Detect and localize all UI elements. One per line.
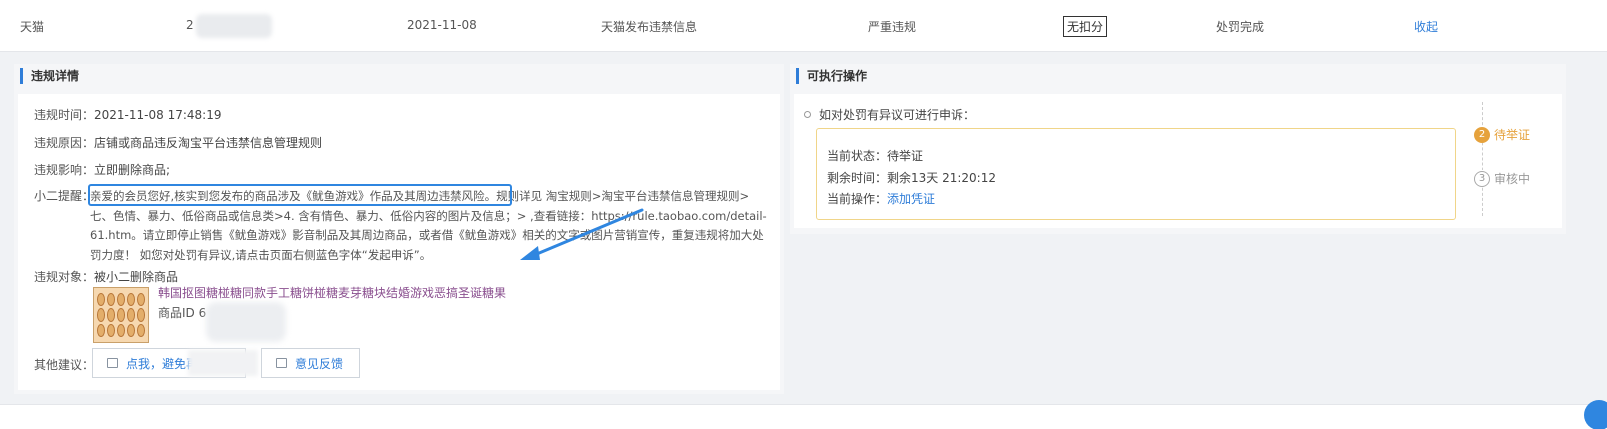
- redacted-id-blur: [196, 14, 272, 38]
- bottom-bar: [0, 404, 1607, 429]
- collapse-link[interactable]: 收起: [1414, 18, 1438, 35]
- bullet-icon: [804, 111, 811, 118]
- monitor-icon: [107, 358, 118, 368]
- steps-divider: [1482, 102, 1483, 216]
- violation-detail-title: 违规详情: [20, 68, 79, 84]
- violation-object-value: 被小二删除商品: [94, 270, 179, 284]
- violation-summary-row: 天猫 2 2021-11-08 天猫发布违禁信息 严重违规 无扣分 处罚完成 收…: [0, 0, 1607, 52]
- violation-reason-row: 违规原因：店铺或商品违反淘宝平台违禁信息管理规则: [34, 134, 322, 151]
- redacted-button-blur: [188, 350, 258, 376]
- platform-cell: 天猫: [20, 20, 45, 34]
- violation-time-label: 违规时间：: [34, 108, 95, 122]
- current-status: 当前状态：待举证: [827, 149, 924, 163]
- violation-object-label: 违规对象：: [34, 270, 95, 284]
- violation-impact-row: 违规影响：立即删除商品;: [34, 161, 170, 178]
- current-operation: 当前操作：添加凭证: [827, 190, 935, 207]
- violation-detail-panel: 违规详情 违规时间：2021-11-08 17:48:19 违规原因：店铺或商品…: [14, 64, 784, 394]
- actions-title: 可执行操作: [796, 68, 867, 84]
- violation-reason-value: 店铺或商品违反淘宝平台违禁信息管理规则: [94, 136, 323, 150]
- violation-impact-value: 立即删除商品;: [94, 163, 171, 177]
- current-operation-label: 当前操作：: [827, 192, 888, 206]
- add-evidence-link[interactable]: 添加凭证: [887, 192, 935, 206]
- actions-panel: 可执行操作 如对处罚有异议可进行申诉： 当前状态：待举证 剩余时间：剩余13天 …: [790, 64, 1566, 234]
- staff-tip-label: 小二提醒：: [34, 189, 95, 203]
- product-title-link[interactable]: 韩国抠图糖椪糖同款手工糖饼椪糖麦芽糖块结婚游戏恶搞圣诞糖果: [158, 284, 506, 301]
- edit-icon: [276, 358, 287, 368]
- floating-help-button[interactable]: [1584, 400, 1607, 429]
- date-cell: 2021-11-08: [407, 18, 477, 32]
- product-id: 商品ID 6: [158, 306, 207, 320]
- suggestion-label: 其他建议：: [34, 358, 95, 372]
- appeal-hint: 如对处罚有异议可进行申诉：: [804, 106, 975, 123]
- step-number-icon: 2: [1474, 126, 1490, 143]
- step-pending-evidence: 2 待举证: [1474, 126, 1531, 143]
- appeal-status-box: 当前状态：待举证 剩余时间：剩余13天 21:20:12 当前操作：添加凭证: [816, 128, 1456, 220]
- violation-detail-body: 违规时间：2021-11-08 17:48:19 违规原因：店铺或商品违反淘宝平…: [18, 94, 780, 390]
- step-under-review: 3 审核中: [1474, 170, 1531, 187]
- staff-tip-row: 小二提醒：: [34, 187, 94, 204]
- feedback-button-label: 意见反馈: [295, 356, 344, 371]
- severity-cell: 严重违规: [868, 20, 917, 34]
- violation-impact-label: 违规影响：: [34, 163, 95, 177]
- redacted-product-id-blur: [206, 302, 286, 342]
- highlight-annotation-box: [88, 184, 512, 206]
- violation-reason-label: 违规原因：: [34, 136, 95, 150]
- record-id-cell: 2: [186, 18, 194, 32]
- actions-body: 如对处罚有异议可进行申诉： 当前状态：待举证 剩余时间：剩余13天 21:20:…: [794, 94, 1562, 228]
- penalty-status-cell: 处罚完成: [1216, 20, 1265, 34]
- violation-object-row: 违规对象：被小二删除商品: [34, 268, 178, 285]
- annotation-arrow-icon: [520, 208, 644, 260]
- violation-time-row: 违规时间：2021-11-08 17:48:19: [34, 106, 221, 123]
- feedback-button[interactable]: 意见反馈: [261, 348, 360, 378]
- suggestion-row: 其他建议：: [34, 356, 94, 373]
- appeal-hint-text: 如对处罚有异议可进行申诉：: [819, 108, 976, 122]
- step-number-icon: 3: [1474, 170, 1490, 187]
- deduct-badge: 无扣分: [1063, 16, 1108, 37]
- violation-type-cell: 天猫发布违禁信息: [601, 20, 698, 34]
- step-label: 审核中: [1494, 172, 1531, 186]
- product-thumbnail[interactable]: [93, 287, 149, 343]
- step-label: 待举证: [1494, 128, 1531, 142]
- violation-time-value: 2021-11-08 17:48:19: [94, 108, 222, 122]
- remaining-time: 剩余时间：剩余13天 21:20:12: [827, 171, 996, 185]
